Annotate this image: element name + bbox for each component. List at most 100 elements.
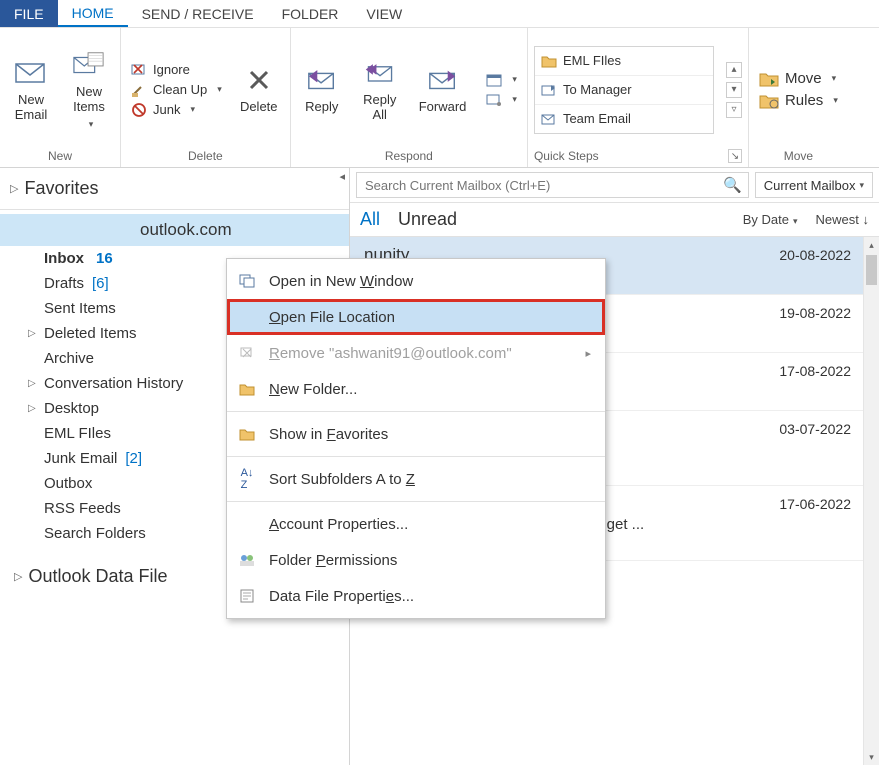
filter-all[interactable]: All [360,209,380,230]
filter-unread[interactable]: Unread [398,209,457,230]
sort-order-button[interactable]: Newest ↓ [816,212,869,227]
cm-new-folder[interactable]: New Folder... [227,371,605,407]
to-manager-icon [541,83,557,97]
message-date: 20-08-2022 [779,247,851,263]
folder-label: Inbox [44,250,84,267]
properties-icon [237,589,257,603]
rules-button[interactable]: Rules [755,91,842,111]
cm-open-new-window[interactable]: Open in New Window [227,263,605,299]
cm-label: Folder Permissions [269,552,591,569]
move-button[interactable]: Move [755,69,842,89]
ribbon-group-new: New Email New Items New [0,28,121,167]
tab-home[interactable]: HOME [58,0,128,27]
quick-step-item[interactable]: EML FIles [535,47,713,76]
forward-button[interactable]: Forward [413,62,473,117]
chevron-right-icon: ▷ [28,403,38,414]
cm-label: Open File Location [269,309,591,326]
navigation-pane: ◂ ▷ Favorites outlook.com Inbox16Drafts[… [0,168,350,765]
search-input[interactable] [363,177,717,194]
scrollbar[interactable]: ▴ ▾ [863,237,879,765]
quick-steps-launcher[interactable]: ↘ [728,149,742,163]
scroll-up-button[interactable]: ▴ [864,237,879,253]
folder-label: Archive [44,350,94,367]
reply-all-icon [364,57,396,89]
new-items-icon [73,49,105,81]
forward-label: Forward [419,100,467,115]
quick-steps-gallery[interactable]: EML FIles To Manager Team Email [534,46,714,134]
reply-all-button[interactable]: Reply All [355,55,405,125]
search-input-container[interactable]: 🔍 [356,172,749,198]
ribbon-group-new-label: New [6,147,114,165]
ribbon-group-delete: Ignore Clean Up Junk Delete Delete [121,28,291,167]
quick-step-label: To Manager [563,82,632,97]
new-email-icon [15,57,47,89]
quick-step-item[interactable]: Team Email [535,105,713,133]
ribbon-tabs: FILE HOME SEND / RECEIVE FOLDER VIEW [0,0,879,28]
scroll-thumb[interactable] [866,255,877,285]
junk-button[interactable]: Junk [127,101,226,119]
gallery-down-button[interactable]: ▾ [726,82,742,98]
team-email-icon [541,112,557,126]
cm-remove-account: Remove "ashwanit91@outlook.com" ▸ [227,335,605,371]
cm-label: New Folder... [269,381,591,398]
tab-view[interactable]: VIEW [352,0,416,27]
gallery-more-button[interactable]: ▿ [726,102,742,118]
tab-file[interactable]: FILE [0,0,58,27]
delete-label: Delete [240,100,278,115]
cm-label: Show in Favorites [269,426,591,443]
meeting-button[interactable] [482,71,521,89]
reply-button[interactable]: Reply [297,62,347,117]
quick-step-item[interactable]: To Manager [535,76,713,105]
new-email-button[interactable]: New Email [6,55,56,125]
search-scope-label: Current Mailbox [764,178,856,193]
cm-sort-subfolders[interactable]: A↓Z Sort Subfolders A to Z [227,461,605,497]
folder-label: Desktop [44,400,99,417]
rules-icon [759,92,779,110]
cm-label: Remove "ashwanit91@outlook.com" [269,345,573,362]
folder-icon [237,427,257,441]
ignore-button[interactable]: Ignore [127,61,226,79]
cleanup-icon [131,82,147,98]
quick-step-label: EML FIles [563,53,621,68]
cm-data-file-properties[interactable]: Data File Properties... [227,578,605,614]
meeting-icon [486,72,502,88]
folder-label: Deleted Items [44,325,137,342]
new-items-button[interactable]: New Items [64,47,114,132]
sort-by-button[interactable]: By Date [743,212,798,227]
filter-row: All Unread By Date Newest ↓ [350,203,879,237]
sort-az-icon: A↓Z [237,467,257,491]
scroll-down-button[interactable]: ▾ [864,749,879,765]
reply-label: Reply [305,100,338,115]
chevron-right-icon: ▷ [28,328,38,339]
cm-separator [227,411,605,412]
cm-account-properties[interactable]: Account Properties... [227,506,605,542]
ribbon: New Email New Items New Ignore Clean Up [0,28,879,168]
nav-separator [0,209,349,210]
gallery-up-button[interactable]: ▴ [726,62,742,78]
permissions-icon [237,553,257,567]
account-node[interactable]: outlook.com [0,214,349,246]
remove-icon [237,346,257,360]
cm-show-in-favorites[interactable]: Show in Favorites [227,416,605,452]
more-icon [486,92,502,108]
search-scope-button[interactable]: Current Mailbox [755,172,873,198]
cm-folder-permissions[interactable]: Folder Permissions [227,542,605,578]
cleanup-label: Clean Up [153,82,207,97]
ribbon-group-quick-steps: EML FIles To Manager Team Email ▴ ▾ ▿ Qu… [528,28,749,167]
favorites-header[interactable]: ▷ Favorites [0,172,349,205]
delete-button[interactable]: Delete [234,62,284,117]
message-date: 03-07-2022 [779,421,851,437]
tab-folder[interactable]: FOLDER [268,0,353,27]
collapse-nav-button[interactable]: ◂ [339,170,345,183]
search-icon[interactable]: 🔍 [723,176,742,194]
move-icon [759,70,779,88]
cm-open-file-location[interactable]: Open File Location [227,299,605,335]
more-respond-button[interactable] [482,91,521,109]
folder-icon [541,54,557,68]
cleanup-button[interactable]: Clean Up [127,81,226,99]
quick-step-label: Team Email [563,111,631,126]
move-label: Move [785,70,822,87]
junk-label: Junk [153,102,180,117]
tab-send-receive[interactable]: SEND / RECEIVE [128,0,268,27]
message-date: 17-06-2022 [779,496,851,512]
